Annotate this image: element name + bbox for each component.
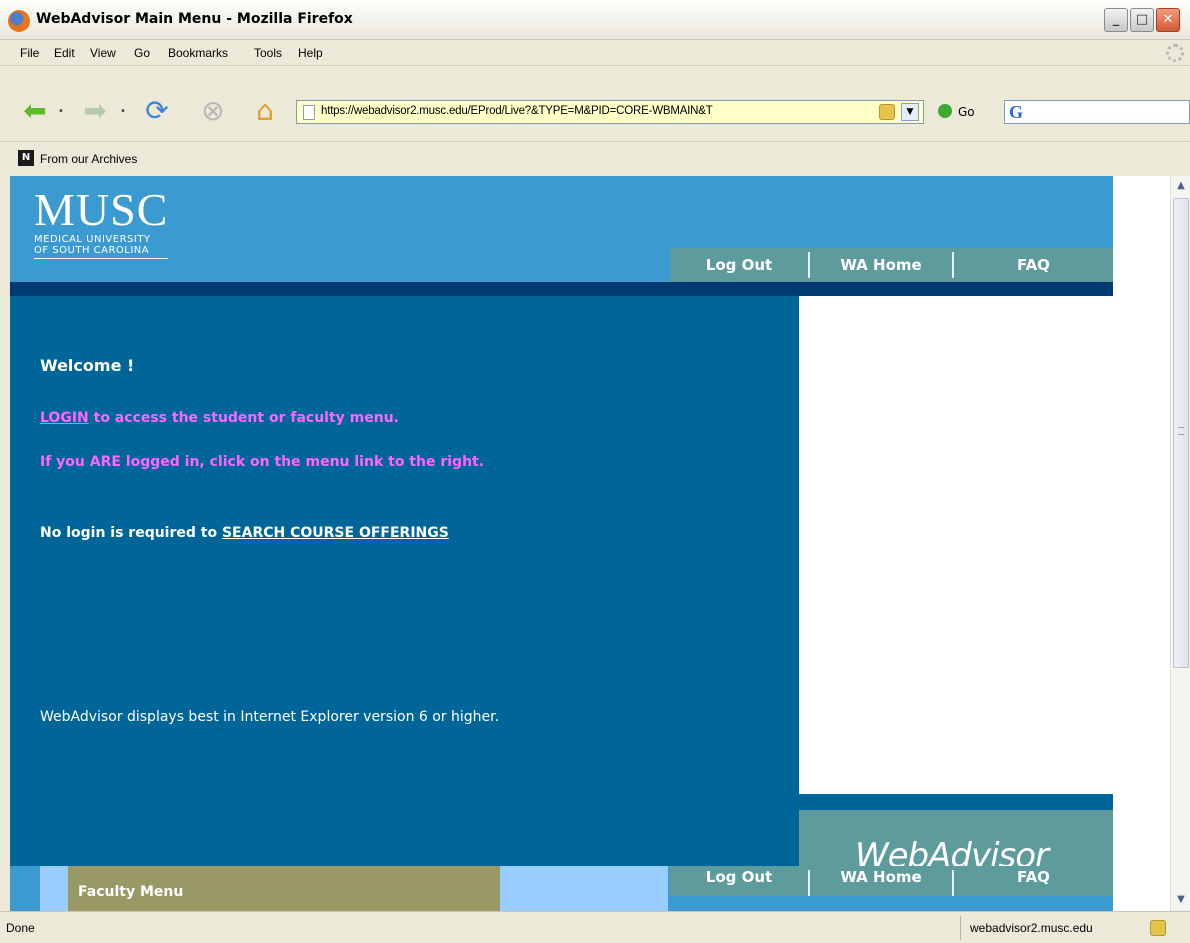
- menu-tools[interactable]: Tools: [254, 46, 282, 60]
- wa-home-link-bottom[interactable]: WA Home: [810, 866, 952, 896]
- address-url[interactable]: https://webadvisor2.musc.edu/EProd/Live?…: [321, 105, 713, 117]
- vertical-scrollbar[interactable]: ▲ ▼: [1170, 176, 1190, 911]
- musc-logo[interactable]: MUSC: [34, 187, 168, 233]
- browser-note: WebAdvisor displays best in Internet Exp…: [40, 709, 500, 725]
- forward-dropdown-icon[interactable]: •: [120, 106, 126, 117]
- menu-bar: File Edit View Go Bookmarks Tools Help: [0, 40, 1190, 66]
- back-arrow-icon[interactable]: ⬅: [18, 94, 52, 128]
- scroll-down-icon[interactable]: ▼: [1173, 892, 1189, 908]
- faculty-menu-label[interactable]: Faculty Menu: [78, 884, 183, 900]
- go-label: Go: [958, 105, 975, 119]
- maximize-button[interactable]: □: [1130, 8, 1154, 32]
- login-link[interactable]: LOGIN: [40, 410, 89, 426]
- back-dropdown-icon[interactable]: •: [58, 106, 64, 117]
- status-bar: Done webadvisor2.musc.edu: [0, 911, 1190, 943]
- logout-link-bottom[interactable]: Log Out: [670, 866, 808, 896]
- window-title: WebAdvisor Main Menu - Mozilla Firefox: [36, 11, 353, 27]
- minimize-button[interactable]: _: [1104, 8, 1128, 32]
- status-lock-icon[interactable]: [1150, 920, 1166, 936]
- right-menu-panel: [799, 296, 1113, 794]
- bookmarks-toolbar: N From our Archives: [0, 142, 1190, 176]
- logged-in-instruction: If you ARE logged in, click on the menu …: [40, 454, 485, 470]
- scroll-up-icon[interactable]: ▲: [1173, 178, 1189, 194]
- close-button[interactable]: ✕: [1156, 8, 1180, 32]
- menu-file[interactable]: File: [20, 46, 39, 60]
- menu-view[interactable]: View: [90, 46, 116, 60]
- welcome-heading: Welcome !: [40, 356, 135, 375]
- webadvisor-logo: WebAdvisor: [799, 810, 1113, 866]
- search-instruction-text: No login is required to: [40, 525, 222, 541]
- faq-link[interactable]: FAQ: [954, 248, 1113, 282]
- logo-line1: MEDICAL UNIVERSITY: [34, 234, 151, 245]
- go-button[interactable]: Go: [938, 104, 975, 119]
- wa-home-link[interactable]: WA Home: [810, 248, 952, 282]
- forward-arrow-icon[interactable]: ➡: [78, 94, 112, 128]
- status-domain: webadvisor2.musc.edu: [970, 921, 1093, 935]
- url-dropdown-icon[interactable]: ▼: [901, 103, 919, 121]
- logo-line2: OF SOUTH CAROLINA: [34, 245, 150, 256]
- menu-edit[interactable]: Edit: [54, 46, 75, 60]
- login-instruction: LOGIN to access the student or faculty m…: [40, 410, 399, 426]
- webadvisor-logo-text: WebAdvisor: [855, 836, 1049, 866]
- main-panel: [10, 296, 799, 866]
- reload-icon[interactable]: ⟳: [140, 94, 174, 128]
- bookmark-from-our-archives[interactable]: From our Archives: [40, 152, 137, 166]
- header-divider: [10, 282, 1113, 296]
- bottom-nav-underline: [670, 896, 1113, 911]
- google-icon[interactable]: G: [1009, 102, 1023, 123]
- search-input[interactable]: G: [1004, 100, 1190, 124]
- throbber-icon: [1166, 44, 1184, 62]
- login-instruction-text: to access the student or faculty menu.: [88, 410, 399, 426]
- menu-help[interactable]: Help: [298, 46, 323, 60]
- status-text: Done: [6, 921, 35, 935]
- status-divider: [960, 916, 961, 940]
- webadvisor-logo-band: [799, 794, 1113, 810]
- window-titlebar: WebAdvisor Main Menu - Mozilla Firefox _…: [0, 0, 1190, 40]
- page-icon: [303, 105, 315, 120]
- address-bar[interactable]: https://webadvisor2.musc.edu/EProd/Live?…: [296, 100, 924, 124]
- bookmark-favicon-icon: N: [18, 150, 34, 166]
- bottom-nav: Log Out WA Home FAQ: [670, 866, 1113, 896]
- firefox-icon: [8, 10, 30, 32]
- menu-go[interactable]: Go: [134, 46, 150, 60]
- navigation-toolbar: ⬅ • ➡ • ⟳ ⊗ ⌂ https://webadvisor2.musc.e…: [0, 66, 1190, 142]
- page-viewport: MUSC MEDICAL UNIVERSITY OF SOUTH CAROLIN…: [10, 176, 1170, 911]
- musc-logo-subtitle: MEDICAL UNIVERSITY OF SOUTH CAROLINA: [34, 234, 151, 256]
- home-icon[interactable]: ⌂: [248, 94, 282, 128]
- grip-icon: [1178, 427, 1184, 435]
- search-course-offerings-link[interactable]: SEARCH COURSE OFFERINGS: [222, 525, 449, 541]
- scroll-thumb[interactable]: [1173, 198, 1189, 668]
- logout-link[interactable]: Log Out: [670, 248, 808, 282]
- go-icon: [938, 104, 952, 118]
- menu-bookmarks[interactable]: Bookmarks: [168, 46, 228, 60]
- top-nav: Log Out WA Home FAQ: [670, 248, 1113, 282]
- logo-underline: [34, 258, 168, 259]
- site-header: MUSC MEDICAL UNIVERSITY OF SOUTH CAROLIN…: [10, 176, 1113, 282]
- stop-icon[interactable]: ⊗: [196, 94, 230, 128]
- faq-link-bottom[interactable]: FAQ: [954, 866, 1113, 896]
- lock-icon[interactable]: [879, 104, 895, 120]
- search-instruction: No login is required to SEARCH COURSE OF…: [40, 525, 449, 541]
- faculty-menu-tab[interactable]: Faculty Menu: [68, 866, 500, 911]
